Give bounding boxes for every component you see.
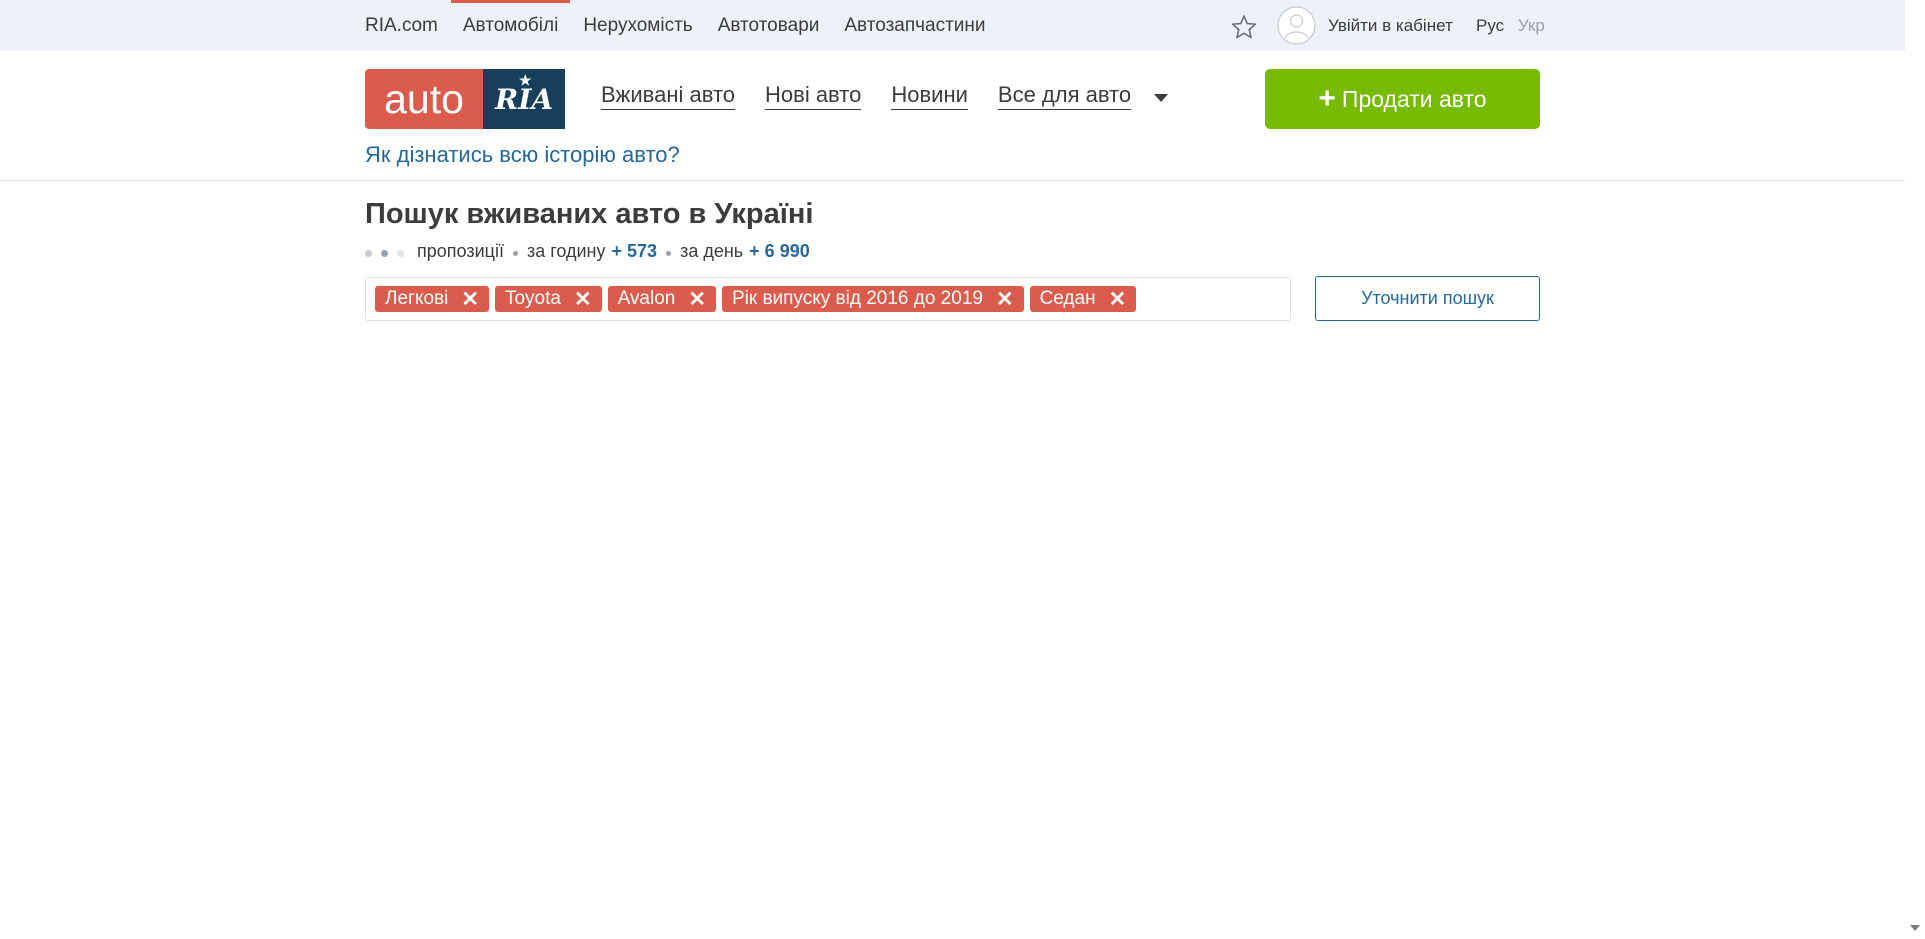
active-filters: Легкові ✕ Toyota ✕ Avalon ✕ Рік випуску … bbox=[365, 277, 1291, 321]
logo-ria-part: ★ RIA bbox=[483, 69, 565, 129]
top-nav-autogoods[interactable]: Автотовари bbox=[718, 0, 820, 51]
user-avatar-icon[interactable] bbox=[1277, 6, 1316, 45]
close-icon[interactable]: ✕ bbox=[688, 289, 706, 310]
separator-dot bbox=[666, 250, 672, 256]
offers-stats: пропозиції за годину + 573 за день + 6 9… bbox=[365, 240, 810, 262]
filter-tag-label: Avalon bbox=[617, 288, 676, 309]
car-history-link[interactable]: Як дізнатись всю історію авто? bbox=[365, 142, 680, 168]
separator-dot bbox=[512, 250, 518, 256]
close-icon[interactable]: ✕ bbox=[574, 289, 592, 310]
page-title: Пошук вживаних авто в Україні bbox=[365, 198, 814, 230]
scroll-down-arrow-icon[interactable] bbox=[1910, 925, 1920, 931]
login-link[interactable]: Увійти в кабінет bbox=[1328, 16, 1453, 36]
vertical-scrollbar[interactable] bbox=[1905, 0, 1925, 939]
header-divider bbox=[0, 180, 1905, 181]
lang-ua[interactable]: Укр bbox=[1518, 16, 1545, 35]
language-switcher: Рус Укр bbox=[1476, 16, 1545, 36]
autoria-logo[interactable]: auto ★ RIA bbox=[365, 69, 565, 129]
nav-all-for-auto[interactable]: Все для авто bbox=[997, 82, 1132, 110]
per-day-value: + 6 990 bbox=[749, 240, 810, 261]
logo-star-icon: ★ bbox=[519, 73, 532, 89]
filter-tag: Рік випуску від 2016 до 2019 ✕ bbox=[721, 286, 1024, 312]
filter-tag: Toyota ✕ bbox=[494, 286, 602, 312]
top-nav-autoparts[interactable]: Автозапчастини bbox=[844, 0, 985, 51]
sell-car-label: Продати авто bbox=[1341, 85, 1487, 112]
top-nav: RIA.com Автомобілі Нерухомість Автотовар… bbox=[365, 0, 1011, 51]
filter-tag: Седан ✕ bbox=[1029, 286, 1137, 312]
close-icon[interactable]: ✕ bbox=[461, 289, 479, 310]
filter-tag-label: Рік випуску від 2016 до 2019 bbox=[731, 288, 983, 309]
main-nav: Вживані авто Нові авто Новини Все для ав… bbox=[601, 82, 1161, 110]
filter-tag-label: Седан bbox=[1039, 288, 1096, 309]
close-icon[interactable]: ✕ bbox=[996, 289, 1014, 310]
nav-news[interactable]: Новини bbox=[891, 82, 968, 110]
loading-dots-icon bbox=[365, 245, 404, 257]
filter-tag: Легкові ✕ bbox=[375, 286, 489, 312]
sell-car-button[interactable]: + Продати авто bbox=[1265, 69, 1540, 129]
chevron-down-icon[interactable] bbox=[1154, 94, 1168, 102]
refine-search-button[interactable]: Уточнити пошук bbox=[1315, 276, 1540, 321]
plus-icon: + bbox=[1318, 82, 1336, 115]
filter-tag-label: Легкові bbox=[385, 288, 449, 309]
filter-tag-label: Toyota bbox=[504, 288, 561, 309]
nav-used-cars[interactable]: Вживані авто bbox=[601, 82, 736, 110]
offers-label: пропозиції bbox=[417, 240, 504, 261]
logo-auto-part: auto bbox=[365, 69, 483, 129]
per-day-label: за день bbox=[680, 240, 744, 261]
per-hour-value: + 573 bbox=[611, 240, 658, 261]
top-nav-realty[interactable]: Нерухомість bbox=[583, 0, 692, 51]
favorites-star-icon[interactable] bbox=[1231, 14, 1257, 40]
top-nav-ria[interactable]: RIA.com bbox=[365, 0, 438, 51]
top-bar: RIA.com Автомобілі Нерухомість Автотовар… bbox=[0, 0, 1905, 51]
nav-new-cars[interactable]: Нові авто bbox=[765, 82, 862, 110]
top-nav-cars[interactable]: Автомобілі bbox=[450, 0, 571, 51]
per-hour-label: за годину bbox=[526, 240, 606, 261]
filter-tag: Avalon ✕ bbox=[607, 286, 716, 312]
close-icon[interactable]: ✕ bbox=[1109, 289, 1127, 310]
lang-ru[interactable]: Рус bbox=[1476, 16, 1504, 35]
